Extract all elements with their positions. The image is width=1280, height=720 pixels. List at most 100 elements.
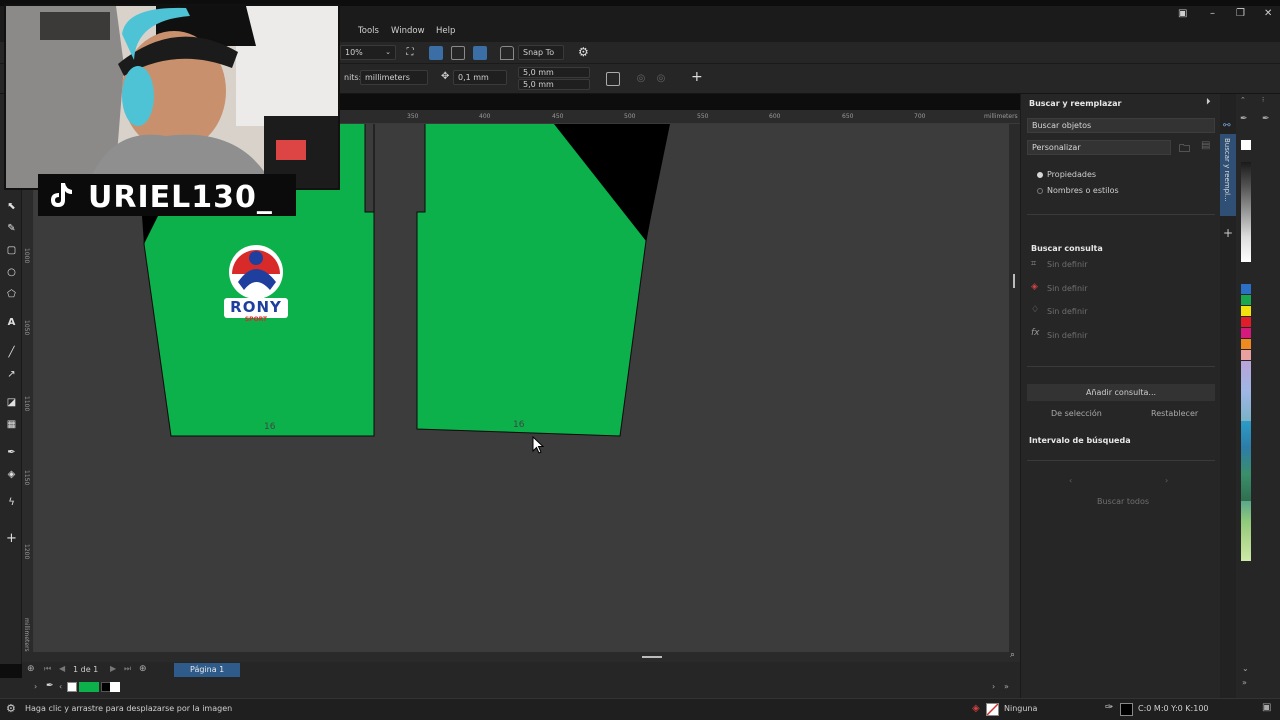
rectangle-tool-icon[interactable]: ▢	[5, 244, 18, 257]
swatch-grays[interactable]	[1241, 162, 1251, 262]
swatch-pink[interactable]	[1241, 350, 1251, 360]
query-undefined[interactable]: Sin definir	[1047, 307, 1088, 316]
scale-strokes-icon[interactable]: ◎	[654, 72, 668, 86]
vertical-scrollbar[interactable]	[1009, 124, 1020, 652]
prev-page-icon[interactable]: ◀	[59, 664, 65, 673]
color-settings-icon[interactable]: ▣	[1262, 702, 1271, 713]
prev-result-icon[interactable]: ‹	[1069, 476, 1072, 485]
palette-eyedropper-icon[interactable]: ✒	[1262, 114, 1270, 124]
smart-fill-tool-icon[interactable]: ϟ	[5, 496, 18, 509]
menu-tools[interactable]: Tools	[358, 26, 379, 36]
add-page-icon[interactable]: ⊕	[27, 664, 35, 674]
query-undefined[interactable]: Sin definir	[1047, 260, 1088, 269]
expand-docker-icon[interactable]: ⏵	[1206, 97, 1211, 107]
grid-icon[interactable]	[451, 46, 465, 60]
palette-down-icon[interactable]: ⌄	[1242, 664, 1249, 673]
add-page-after-icon[interactable]: ⊕	[139, 664, 147, 674]
settings-gear-icon[interactable]: ⚙	[6, 702, 16, 715]
swatch-orange[interactable]	[1241, 339, 1251, 349]
treat-as-filled-icon[interactable]: ◎	[634, 72, 648, 86]
palette-up-icon[interactable]: ⌃	[1240, 96, 1246, 104]
fill-swatch-none[interactable]	[986, 703, 999, 716]
units-select[interactable]: millimeters	[360, 70, 428, 85]
show-page-icon[interactable]	[429, 46, 443, 60]
from-selection-button[interactable]: De selección	[1051, 409, 1102, 418]
restore-icon[interactable]: ❐	[1236, 8, 1245, 19]
shadow-tool-icon[interactable]: ◪	[5, 396, 18, 409]
freehand-tool-icon[interactable]: ✎	[5, 222, 18, 235]
close-icon[interactable]: ✕	[1264, 8, 1272, 19]
swatch-teals[interactable]	[1241, 421, 1251, 501]
swatch-green[interactable]	[79, 682, 99, 692]
line-tool-icon[interactable]: ╱	[5, 346, 18, 359]
minimize-icon[interactable]: –	[1210, 8, 1215, 19]
swatch-no-color[interactable]	[1241, 140, 1251, 150]
effects-tool-icon[interactable]: ↗	[5, 368, 18, 381]
outline-swatch[interactable]	[1120, 703, 1133, 716]
snap-to-dropdown[interactable]: Snap To	[518, 45, 564, 60]
swatch-yellow[interactable]	[1241, 306, 1251, 316]
save-icon[interactable]: ▤	[1201, 140, 1210, 151]
zoom-value: 10%	[345, 48, 363, 57]
duplicate-y-input[interactable]: 5,0 mm	[518, 79, 590, 90]
add-docker-icon[interactable]: +	[1223, 226, 1233, 240]
query-undefined[interactable]: Sin definir	[1047, 331, 1088, 340]
transform-icon[interactable]	[606, 72, 620, 86]
search-mode-select[interactable]: Buscar objetos	[1027, 118, 1215, 133]
open-folder-icon[interactable]: 🗀	[1179, 140, 1190, 159]
eyedropper-icon[interactable]: ✒	[46, 681, 54, 691]
last-page-icon[interactable]: ⏭	[124, 664, 131, 674]
palette-options-icon[interactable]: ⁝	[1262, 96, 1264, 104]
next-result-icon[interactable]: ›	[1165, 476, 1168, 485]
fill-tool-icon[interactable]: ◈	[5, 468, 18, 481]
radio-properties[interactable]: Propiedades	[1037, 170, 1096, 179]
first-page-icon[interactable]: ⏮	[44, 664, 51, 674]
zoom-select[interactable]: 10% ⌄	[340, 45, 396, 60]
ellipse-tool-icon[interactable]: ○	[5, 266, 18, 279]
swatch-pastels[interactable]	[1241, 361, 1251, 421]
palette-eyedropper-icon[interactable]: ✒	[1240, 114, 1248, 124]
add-query-button[interactable]: Añadir consulta...	[1027, 384, 1215, 401]
palette-scroll-right-icon[interactable]: ›	[992, 682, 995, 691]
polygon-tool-icon[interactable]: ⬠	[5, 288, 18, 301]
palette-expand-icon[interactable]: ›	[34, 682, 37, 691]
tab-page-1[interactable]: Página 1	[174, 663, 241, 677]
radio-names-styles[interactable]: Nombres o estilos	[1037, 186, 1119, 195]
query-undefined[interactable]: Sin definir	[1047, 284, 1088, 293]
zoom-fit-icon[interactable]: ⛶	[403, 46, 417, 60]
text-tool-icon[interactable]: A	[5, 316, 18, 329]
swatch-blue[interactable]	[1241, 284, 1251, 294]
next-page-icon[interactable]: ▶	[110, 664, 116, 673]
nudge-distance-input[interactable]: 0,1 mm	[453, 70, 507, 85]
find-all-button[interactable]: Buscar todos	[1097, 497, 1149, 506]
swatch-white[interactable]	[110, 682, 120, 692]
menu-help[interactable]: Help	[436, 26, 455, 36]
menu-window[interactable]: Window	[391, 26, 425, 36]
duplicate-x-input[interactable]: 5,0 mm	[518, 67, 590, 78]
zoom-magnifier-icon[interactable]: ⌕	[1010, 650, 1015, 660]
add-icon[interactable]: +	[691, 69, 703, 85]
reset-button[interactable]: Restablecer	[1151, 409, 1198, 418]
swatch-none[interactable]	[67, 682, 77, 692]
swatch-green[interactable]	[1241, 295, 1251, 305]
scroll-thumb[interactable]	[642, 656, 662, 658]
swatch-red[interactable]	[1241, 317, 1251, 327]
swatch-magenta[interactable]	[1241, 328, 1251, 338]
palette-expand-icon[interactable]: »	[1242, 678, 1247, 687]
binoculars-icon[interactable]: ⚯	[1223, 121, 1231, 131]
horizontal-scrollbar[interactable]: ⌕	[22, 650, 1020, 662]
snap-magnet-icon[interactable]	[500, 46, 514, 60]
eyedropper-tool-icon[interactable]: ✒	[5, 446, 18, 459]
add-tool-icon[interactable]: +	[5, 532, 18, 545]
swatch-greens[interactable]	[1241, 501, 1251, 561]
scroll-thumb[interactable]	[1013, 274, 1015, 288]
preset-select[interactable]: Personalizar	[1027, 140, 1171, 155]
palette-more-icon[interactable]: »	[1004, 682, 1009, 691]
jersey-piece-right[interactable]	[416, 124, 670, 437]
palette-scroll-left-icon[interactable]: ‹	[59, 682, 62, 691]
tab-find-replace[interactable]: Buscar y reempl...	[1220, 134, 1236, 216]
settings-gear-icon[interactable]: ⚙	[578, 45, 589, 59]
pattern-tool-icon[interactable]: ▦	[5, 418, 18, 431]
guidelines-icon[interactable]	[473, 46, 487, 60]
feedback-icon[interactable]: ▣	[1178, 8, 1187, 19]
